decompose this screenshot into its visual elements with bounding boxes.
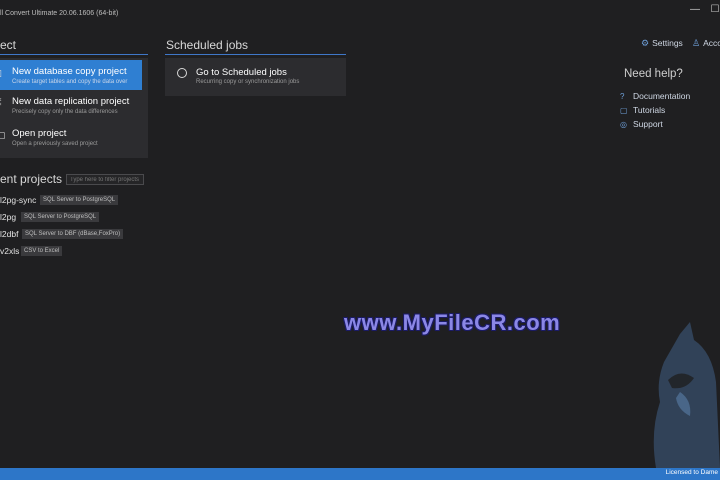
go-to-scheduled-jobs-desc: Recurring copy or synchronization jobs — [196, 79, 300, 85]
account-label: Acco — [703, 38, 720, 48]
need-help-heading: Need help? — [624, 68, 683, 80]
go-to-scheduled-jobs-button[interactable]: Go to Scheduled jobs Recurring copy or s… — [165, 58, 346, 96]
new-database-copy-project-button[interactable]: ▯ New database copy project Create targe… — [0, 60, 142, 90]
tutorials-label: Tutorials — [633, 105, 666, 115]
recent-project-name[interactable]: l2dbf — [0, 229, 18, 239]
go-to-scheduled-jobs-label: Go to Scheduled jobs — [196, 67, 287, 78]
project-heading-underline — [0, 54, 148, 55]
project-actions-panel: ▯ New database copy project Create targe… — [0, 58, 148, 158]
recent-project-name[interactable]: v2xls — [0, 246, 19, 256]
recent-project-type-badge: CSV to Excel — [21, 246, 63, 256]
license-status: Licensed to Dame — [665, 469, 718, 476]
filter-projects-input[interactable] — [66, 174, 144, 185]
open-folder-icon: ▢ — [0, 130, 6, 140]
database-copy-icon: ▯ — [0, 68, 2, 79]
gear-icon: ⚙ — [641, 38, 650, 48]
globe-icon: ◎ — [620, 120, 627, 129]
clock-icon — [177, 68, 187, 78]
scheduled-jobs-heading: Scheduled jobs — [166, 38, 249, 52]
title-bar: ll Convert Ultimate 20.06.1606 (64-bit) … — [0, 0, 720, 28]
minimize-button[interactable]: — — [684, 3, 706, 17]
mascot-logo-icon — [653, 322, 720, 468]
window-title: ll Convert Ultimate 20.06.1606 (64-bit) — [0, 10, 119, 17]
account-link[interactable]: ♙ Acco — [692, 38, 720, 49]
support-label: Support — [633, 119, 663, 129]
watermark-text: www.MyFileCR.com — [344, 310, 561, 335]
recent-project-type-badge: SQL Server to DBF (dBase,FoxPro) — [22, 229, 124, 239]
tutorial-icon: ▢ — [620, 106, 628, 115]
status-bar: Licensed to Dame — [0, 468, 720, 480]
open-project-button[interactable]: ▢ Open project Open a previously saved p… — [0, 122, 148, 152]
user-icon: ♙ — [692, 38, 701, 48]
recent-project-type-badge: SQL Server to PostgreSQL — [21, 212, 100, 222]
new-data-replication-project-button[interactable]: ⁑ New data replication project Precisely… — [0, 90, 148, 120]
new-database-copy-project-label: New database copy project — [12, 66, 127, 77]
recent-project-name[interactable]: l2pg-sync — [0, 195, 36, 205]
settings-link[interactable]: ⚙ Settings — [641, 38, 683, 49]
recent-projects-heading: ent projects — [0, 172, 63, 186]
recent-project-type-badge: SQL Server to PostgreSQL — [40, 195, 119, 205]
new-database-copy-project-desc: Create target tables and copy the data o… — [12, 79, 128, 85]
scheduled-jobs-heading-underline — [165, 54, 346, 55]
support-link[interactable]: ◎ Support — [620, 119, 663, 129]
project-heading: ect — [0, 38, 17, 52]
settings-label: Settings — [652, 38, 683, 48]
tutorials-link[interactable]: ▢ Tutorials — [620, 105, 665, 115]
replication-icon: ⁑ — [0, 98, 2, 109]
recent-project-name[interactable]: l2pg — [0, 212, 16, 222]
documentation-link[interactable]: ? Documentation — [620, 91, 690, 101]
help-circle-icon: ? — [620, 92, 625, 101]
open-project-label: Open project — [12, 128, 67, 139]
new-data-replication-project-desc: Precisely copy only the data differences — [12, 109, 118, 115]
maximize-button[interactable]: ☐ — [704, 3, 720, 17]
open-project-desc: Open a previously saved project — [12, 141, 98, 147]
documentation-label: Documentation — [633, 91, 691, 101]
new-data-replication-project-label: New data replication project — [12, 96, 130, 107]
